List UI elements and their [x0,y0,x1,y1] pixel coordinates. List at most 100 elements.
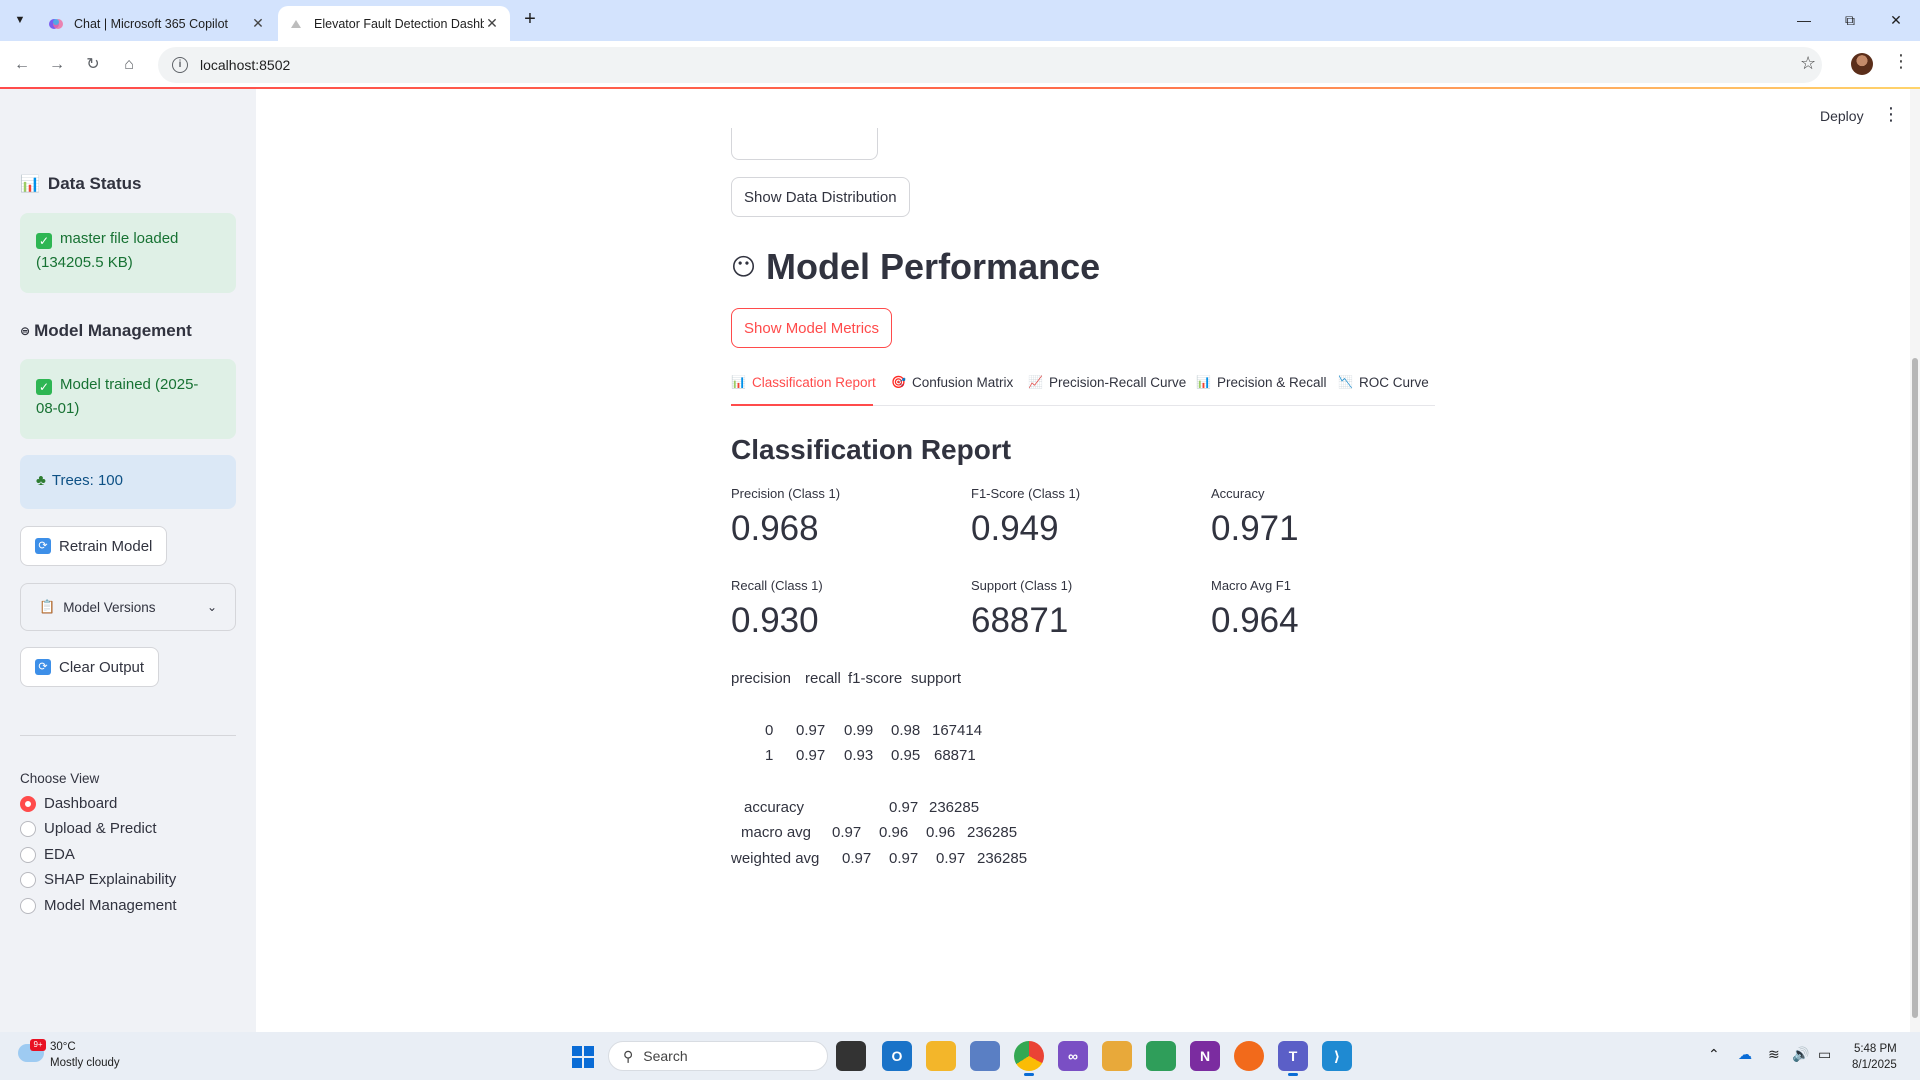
tab-search-chevron-icon[interactable]: ▼ [8,8,32,32]
network-app-icon[interactable] [970,1041,1000,1071]
tab-precision-and-recall[interactable]: 📊 Precision & Recall [1196,372,1327,406]
classification-report-title: Classification Report [731,434,1012,465]
model-trained-alert: ✓ Model trained (2025-08-01) [20,359,236,439]
tab-confusion-matrix[interactable]: 🎯 Confusion Matrix [891,372,1013,406]
tab-precision-recall-curve[interactable]: 📈 Precision-Recall Curve [1028,372,1186,406]
tray-chevron-up-icon[interactable]: ⌃ [1708,1046,1720,1063]
browser-tab-bar: ▼ Chat | Microsoft 365 Copilot ✕ Elevato… [0,0,1920,41]
minimize-icon[interactable]: — [1792,8,1816,32]
bar-chart-icon: 📊 [1196,375,1211,389]
teams-icon[interactable]: T [1278,1041,1308,1076]
downtrend-chart-icon: 📉 [1338,375,1353,389]
windows-taskbar: 9+ 30°C Mostly cloudy ⚲ Search O ∞ N T ⟩… [0,1032,1920,1080]
data-status-alert: ✓ master file loaded (134205.5 KB) [20,213,236,293]
search-icon: ⚲ [623,1047,634,1064]
metric-precision-class1: Precision (Class 1) 0.968 [731,486,841,548]
refresh-icon: ⟳ [35,538,51,554]
view-radio-eda[interactable]: EDA [20,846,75,863]
tab-close-icon[interactable]: ✕ [484,15,500,32]
show-data-distribution-button[interactable]: Show Data Distribution [731,177,910,217]
chart-app-icon[interactable] [1146,1041,1176,1071]
system-clock[interactable]: 5:48 PM 8/1/2025 [1852,1041,1897,1073]
radio-dot[interactable] [20,820,36,837]
forward-arrow-icon[interactable]: → [45,53,69,77]
tab-roc-curve[interactable]: 📉 ROC Curve [1338,372,1429,406]
vscode-icon[interactable]: ⟩ [1322,1041,1352,1071]
show-model-metrics-button[interactable]: Show Model Metrics [731,308,893,348]
view-radio-dashboard[interactable]: Dashboard [20,795,117,812]
clipboard-icon: 📋 [39,599,56,614]
orange-app-icon[interactable] [1234,1041,1264,1071]
refresh-icon: ⟳ [35,659,51,675]
check-icon: ✓ [36,233,52,249]
visual-studio-icon[interactable]: ∞ [1058,1041,1088,1071]
taskbar-search[interactable]: ⚲ Search [608,1041,828,1071]
tab-classification-report[interactable]: 📊 Classification Report [731,372,876,406]
file-explorer-icon[interactable] [926,1041,956,1071]
site-info-icon[interactable]: i [172,57,188,73]
robot-icon: 😶 [731,253,757,281]
profile-avatar[interactable] [1851,53,1873,75]
chevron-down-icon: ⌄ [206,600,217,614]
metric-recall-class1: Recall (Class 1) 0.930 [731,578,823,640]
app-menu-icon[interactable]: ⋮ [1882,104,1900,125]
wifi-icon[interactable]: ≋ [1768,1046,1780,1063]
streamlit-favicon-icon [291,19,301,28]
choose-view-label: Choose View [20,771,100,786]
view-radio-model-management[interactable]: Model Management [20,897,177,914]
metric-support-class1: Support (Class 1) 68871 [971,578,1073,640]
partially-hidden-button[interactable] [731,128,878,160]
metrics-tabs: 📊 Classification Report 🎯 Confusion Matrix… [731,372,1435,406]
sidebar: 📊 Data Status ✓ master file loaded (13420… [0,89,256,1032]
bookmark-star-icon[interactable]: ☆ [1800,53,1816,74]
bar-chart-icon: 📊 [20,176,40,193]
home-icon[interactable]: ⌂ [117,53,141,77]
metric-accuracy: Accuracy 0.971 [1211,486,1299,548]
battery-icon[interactable]: ▭ [1818,1046,1831,1063]
bar-chart-icon: 📊 [731,375,746,389]
main-content [256,89,1920,1032]
model-versions-expander[interactable]: 📋 Model Versions ⌄ [20,583,236,631]
back-arrow-icon[interactable]: ← [10,53,34,77]
address-bar[interactable]: i localhost:8502 [158,47,1822,83]
chrome-icon[interactable] [1014,1041,1044,1076]
page-title: 😶 Model Performance [731,246,1101,287]
trees-info-alert: ♣ Trees: 100 [20,455,236,509]
windows-start-icon[interactable] [572,1046,594,1068]
target-icon: 🎯 [891,375,906,389]
tab-close-icon[interactable]: ✕ [250,15,266,32]
radio-dot[interactable] [20,871,36,888]
brain-icon: ⊜ [20,324,31,338]
browser-tab-dashboard[interactable]: Elevator Fault Detection Dashb ✕ [278,6,510,41]
restore-icon[interactable]: ⧉ [1838,8,1862,32]
view-radio-upload-predict[interactable]: Upload & Predict [20,820,157,837]
weather-temperature[interactable]: 30°C [50,1041,76,1053]
window-close-icon[interactable]: ✕ [1884,8,1908,32]
new-tab-plus-icon[interactable]: + [520,9,540,29]
task-view-icon[interactable] [836,1041,866,1071]
reload-icon[interactable]: ↻ [81,53,105,77]
data-status-heading: 📊 Data Status [20,174,142,193]
sidebar-divider [20,735,236,736]
clear-output-button[interactable]: ⟳ Clear Output [20,647,160,687]
volume-icon[interactable]: 🔊 [1792,1046,1809,1063]
weather-description[interactable]: Mostly cloudy [50,1057,120,1069]
puzzle-app-icon[interactable] [1102,1041,1132,1071]
weather-badge: 9+ [30,1039,46,1051]
radio-dot[interactable] [20,795,36,812]
browser-tab-copilot[interactable]: Chat | Microsoft 365 Copilot ✕ [38,6,276,41]
radio-dot[interactable] [20,897,36,914]
model-management-heading: ⊜ Model Management [20,321,192,340]
deploy-button[interactable]: Deploy [1820,108,1864,124]
tree-icon: ♣ [36,472,46,489]
onedrive-icon[interactable]: ☁ [1738,1046,1752,1063]
line-chart-icon: 📈 [1028,375,1043,389]
browser-menu-icon[interactable]: ⋮ [1892,51,1910,72]
retrain-model-button[interactable]: ⟳ Retrain Model [20,526,168,566]
outlook-icon[interactable]: O [882,1041,912,1071]
view-radio-shap[interactable]: SHAP Explainability [20,871,176,888]
check-icon: ✓ [36,379,52,395]
onenote-icon[interactable]: N [1190,1041,1220,1071]
page-scrollbar-thumb[interactable] [1912,358,1918,1018]
radio-dot[interactable] [20,846,36,863]
